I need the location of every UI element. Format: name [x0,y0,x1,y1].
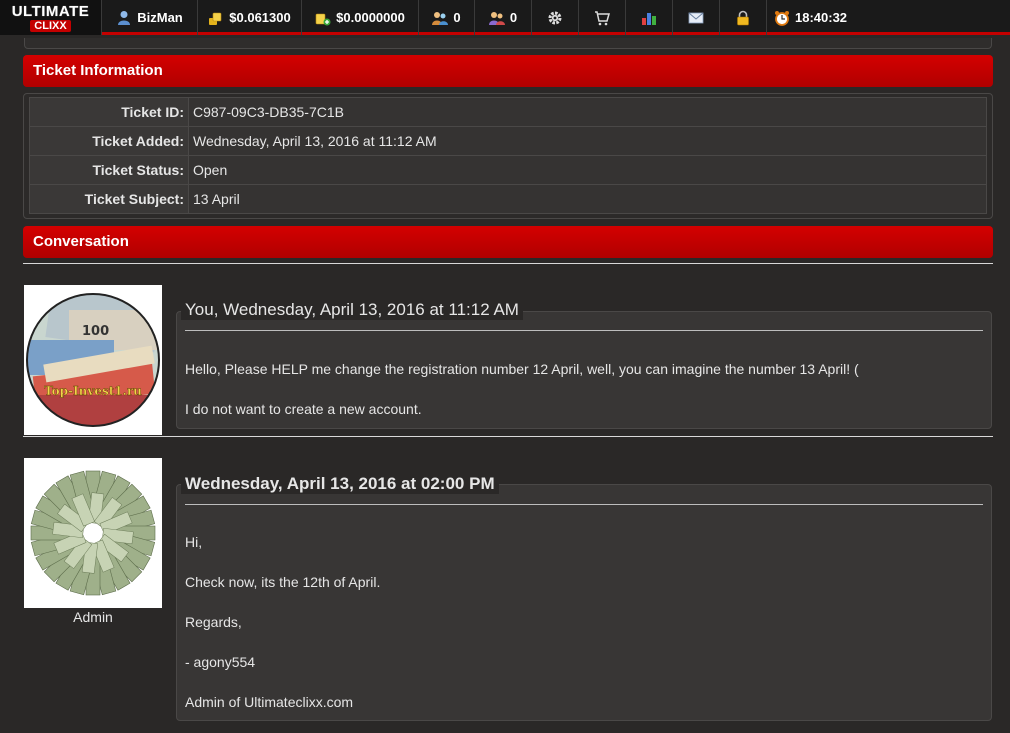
message-title: Wednesday, April 13, 2016 at 02:00 PM [181,474,499,494]
direct-referrals[interactable]: 0 [419,0,475,35]
stats-button[interactable] [626,0,673,35]
rented-referrals-icon [488,10,505,26]
purchase-balance-value: $0.0000000 [336,10,405,25]
logo-text-top: ULTIMATE [11,2,90,20]
message-paragraph: I do not want to create a new account. [185,401,422,417]
main-balance-value: $0.061300 [229,10,291,25]
ticket-info-table: Ticket ID: C987-09C3-DB35-7C1B Ticket Ad… [29,97,987,214]
ticket-status-label: Ticket Status: [29,155,189,185]
ticket-status-value: Open [188,155,987,185]
admin-avatar-caption: Admin [73,609,113,625]
user-icon [116,10,132,26]
direct-referrals-count: 0 [453,10,461,25]
user-menu[interactable]: BizMan [102,0,198,35]
ticket-subject-label: Ticket Subject: [29,184,189,214]
site-logo[interactable]: ULTIMATE CLIXX [0,0,102,35]
message-paragraph: Admin of Ultimateclixx.com [185,694,354,710]
svg-text:100: 100 [82,324,109,339]
coins-plus-icon [315,10,331,26]
referrals-icon [432,10,449,26]
settings-button[interactable] [532,0,579,35]
avatar-watermark-text: Top-Invest1.ru [44,384,142,398]
clock-time: 18:40:32 [794,10,848,25]
ticket-added-label: Ticket Added: [29,126,189,156]
message-box [176,484,992,721]
message-title-divider [185,330,983,331]
message-paragraph: Hello, Please HELP me change the registr… [185,361,859,377]
divider [23,263,993,264]
message-title-divider [185,504,983,505]
conversation-header: Conversation [23,226,993,258]
rented-referrals-count: 0 [509,10,518,25]
ticket-subject-value: 13 April [188,184,987,214]
messages-button[interactable] [673,0,720,35]
cart-icon [594,10,610,26]
main-balance[interactable]: $0.061300 [198,0,302,35]
shop-button[interactable] [579,0,626,35]
logout-button[interactable] [720,0,767,35]
user-avatar: 100 Top-Invest1.ru [24,285,162,435]
stats-icon [641,10,657,26]
message-title: You, Wednesday, April 13, 2016 at 11:12 … [181,300,523,320]
ticket-added-value: Wednesday, April 13, 2016 at 11:12 AM [188,126,987,156]
top-navigation-bar: ULTIMATE CLIXX BizMan $0.061300 $0.00000… [0,0,1010,35]
money-collage-avatar: 100 Top-Invest1.ru [24,285,162,435]
mail-icon [688,10,704,26]
gear-icon [547,10,563,26]
table-row: Ticket Status: Open [29,155,987,185]
ticket-information-header: Ticket Information [23,55,993,87]
table-row: Ticket ID: C987-09C3-DB35-7C1B [29,97,987,127]
purchase-balance[interactable]: $0.0000000 [302,0,419,35]
logo-text-bottom: CLIXX [30,19,71,32]
username-label: BizMan [137,10,183,25]
message-paragraph: - agony554 [185,654,256,670]
table-row: Ticket Subject: 13 April [29,184,987,214]
message-paragraph: Check now, its the 12th of April. [185,574,381,590]
divider [23,436,993,437]
server-clock: 18:40:32 [767,0,854,35]
admin-avatar [24,458,162,608]
ticket-information-panel: Ticket ID: C987-09C3-DB35-7C1B Ticket Ad… [23,93,993,219]
lock-icon [735,10,751,26]
alarm-clock-icon [774,10,790,26]
ticket-id-label: Ticket ID: [29,97,189,127]
message-paragraph: Hi, [185,534,203,550]
message-paragraph: Regards, [185,614,242,630]
ticket-id-value: C987-09C3-DB35-7C1B [188,97,987,127]
money-fan-avatar [24,458,162,608]
coins-icon [208,10,224,26]
previous-panel-edge [24,38,992,49]
table-row: Ticket Added: Wednesday, April 13, 2016 … [29,126,987,156]
rented-referrals[interactable]: 0 [475,0,532,35]
